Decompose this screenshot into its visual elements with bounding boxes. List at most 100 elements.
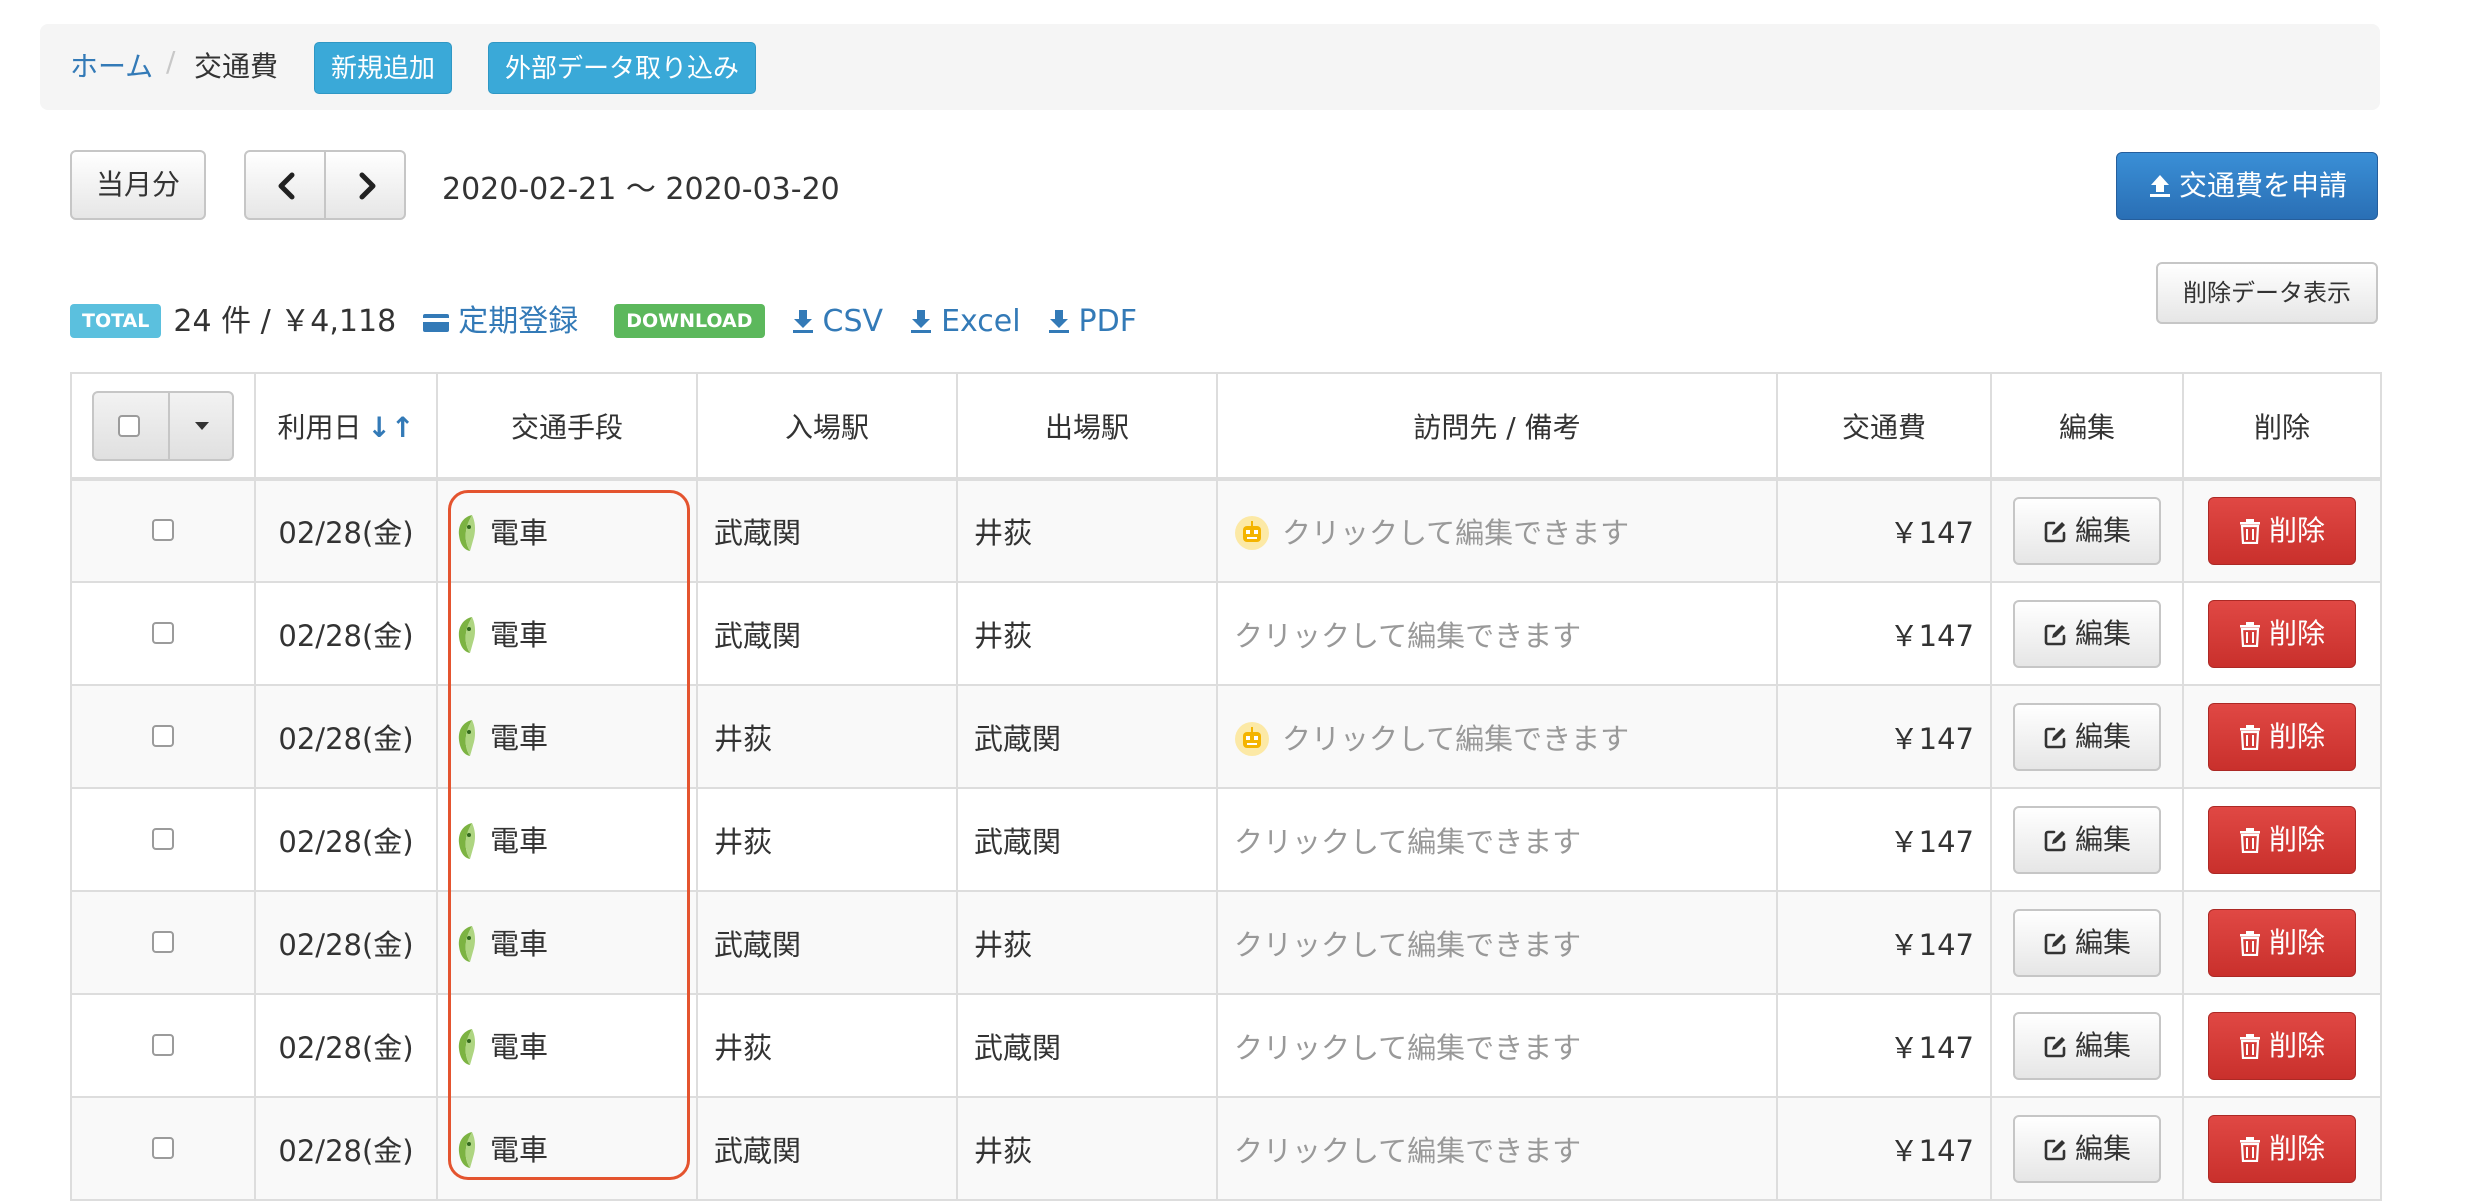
mode-cell: 電車 [436, 993, 698, 1098]
trash-icon [2239, 519, 2260, 545]
row-select-cell [70, 581, 256, 686]
header-edit: 編集 [1990, 372, 2184, 481]
row-select-cell [70, 787, 256, 892]
apply-expense-button[interactable]: 交通費を申請 [2116, 152, 2378, 220]
delete-label: 削除 [2268, 822, 2325, 856]
delete-button[interactable]: 削除 [2208, 497, 2356, 565]
edit-label: 編集 [2074, 822, 2131, 856]
delete-button[interactable]: 削除 [2208, 805, 2356, 874]
trash-icon [2239, 1033, 2260, 1059]
delete-button[interactable]: 削除 [2208, 702, 2356, 771]
add-new-button[interactable]: 新規追加 [314, 42, 453, 94]
fare-cell: ￥147 [1776, 1096, 1992, 1201]
edit-cell: 編集 [1990, 684, 2184, 789]
chevron-left-icon [278, 172, 295, 200]
mode-cell: 電車 [436, 787, 698, 892]
entry-station-cell: 武蔵関 [696, 1096, 958, 1201]
date-cell: 02/28(金) [254, 787, 438, 892]
edit-icon [2044, 1036, 2066, 1057]
edit-label: 編集 [2074, 719, 2131, 753]
row-select-cell [70, 993, 256, 1098]
date-range-text: 2020-02-21 〜 2020-03-20 [442, 172, 840, 207]
table-row: 02/28(金) 電車 武蔵関 井荻 クリックして編集できます ￥147 編集 削除 [70, 890, 2382, 995]
row-checkbox[interactable] [152, 827, 174, 850]
fare-cell: ￥147 [1776, 478, 1992, 583]
bulk-select-dropdown[interactable] [92, 390, 234, 461]
note-cell[interactable]: クリックして編集できます [1216, 581, 1778, 686]
edit-icon [2044, 1139, 2066, 1160]
delete-button[interactable]: 削除 [2208, 1114, 2356, 1183]
note-text: クリックして編集できます [1282, 516, 1630, 550]
exit-station-cell: 井荻 [956, 581, 1218, 686]
previous-period-button[interactable] [244, 150, 326, 220]
row-checkbox[interactable] [152, 930, 174, 953]
edit-button[interactable]: 編集 [2013, 599, 2161, 668]
entry-station-cell: 井荻 [696, 787, 958, 892]
edit-button[interactable]: 編集 [2013, 805, 2161, 874]
commuter-pass-link[interactable]: 定期登録 [422, 304, 578, 339]
edit-button[interactable]: 編集 [2013, 497, 2161, 565]
entry-station-cell: 武蔵関 [696, 890, 958, 995]
edit-button[interactable]: 編集 [2013, 1114, 2161, 1183]
current-month-button[interactable]: 当月分 [70, 150, 206, 220]
header-select [70, 372, 256, 481]
delete-button[interactable]: 削除 [2208, 1011, 2356, 1080]
delete-button[interactable]: 削除 [2208, 908, 2356, 977]
header-note: 訪問先 / 備考 [1216, 372, 1778, 481]
download-pdf-link[interactable]: PDF [1047, 304, 1137, 339]
mode-cell: 電車 [436, 890, 698, 995]
mode-cell: 電車 [436, 478, 698, 583]
date-cell: 02/28(金) [254, 1096, 438, 1201]
exit-station-cell: 武蔵関 [956, 993, 1218, 1098]
next-period-button[interactable] [324, 150, 406, 220]
edit-icon [2044, 933, 2066, 954]
trash-icon [2239, 621, 2260, 647]
table-row: 02/28(金) 電車 井荻 武蔵関 クリックして編集できます ￥147 編集 削除 [70, 684, 2382, 789]
delete-button[interactable]: 削除 [2208, 599, 2356, 668]
show-deleted-data-button[interactable]: 削除データ表示 [2156, 262, 2378, 324]
delete-cell: 削除 [2182, 581, 2382, 686]
note-cell[interactable]: クリックして編集できます [1216, 1096, 1778, 1201]
table-row: 02/28(金) 電車 武蔵関 井荻 クリックして編集できます ￥147 編集 削除 [70, 1096, 2382, 1201]
header-entry-station: 入場駅 [696, 372, 958, 481]
date-cell: 02/28(金) [254, 581, 438, 686]
note-cell[interactable]: クリックして編集できます [1216, 993, 1778, 1098]
fare-cell: ￥147 [1776, 684, 1992, 789]
mode-label: 電車 [490, 721, 549, 755]
row-checkbox[interactable] [152, 1136, 174, 1159]
row-checkbox[interactable] [152, 621, 174, 644]
date-cell: 02/28(金) [254, 890, 438, 995]
commuter-pass-label: 定期登録 [458, 304, 579, 339]
robot-icon [1235, 516, 1269, 550]
row-checkbox[interactable] [152, 724, 174, 747]
download-excel-link[interactable]: Excel [909, 304, 1021, 339]
note-cell[interactable]: クリックして編集できます [1216, 684, 1778, 789]
csv-label: CSV [822, 304, 884, 339]
breadcrumb-home-link[interactable]: ホーム [70, 45, 153, 85]
upload-icon [2149, 175, 2170, 197]
mode-label: 電車 [490, 618, 549, 652]
note-cell[interactable]: クリックして編集できます [1216, 787, 1778, 892]
select-all-checkbox[interactable] [118, 414, 140, 437]
edit-button[interactable]: 編集 [2013, 702, 2161, 771]
edit-label: 編集 [2074, 1028, 2131, 1062]
row-checkbox[interactable] [152, 519, 174, 541]
header-exit-station: 出場駅 [956, 372, 1218, 481]
row-select-cell [70, 890, 256, 995]
import-external-data-button[interactable]: 外部データ取り込み [488, 42, 757, 94]
header-fare: 交通費 [1776, 372, 1992, 481]
edit-button[interactable]: 編集 [2013, 1011, 2161, 1080]
trash-icon [2239, 930, 2260, 956]
header-date[interactable]: 利用日 ↓↑ [254, 372, 438, 481]
note-cell[interactable]: クリックして編集できます [1216, 478, 1778, 583]
edit-button[interactable]: 編集 [2013, 908, 2161, 977]
date-cell: 02/28(金) [254, 684, 438, 789]
entry-station-cell: 井荻 [696, 684, 958, 789]
exit-station-cell: 井荻 [956, 478, 1218, 583]
note-cell[interactable]: クリックして編集できます [1216, 890, 1778, 995]
download-csv-link[interactable]: CSV [791, 304, 884, 339]
sort-icon[interactable]: ↓↑ [368, 411, 415, 444]
train-icon [458, 720, 476, 756]
row-checkbox[interactable] [152, 1033, 174, 1056]
download-badge: DOWNLOAD [614, 304, 765, 338]
